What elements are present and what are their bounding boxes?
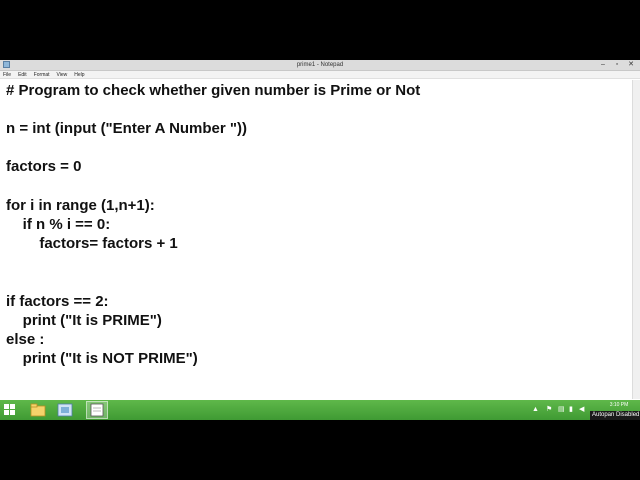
- close-button[interactable]: ✕: [624, 60, 638, 70]
- vertical-scrollbar[interactable]: [632, 80, 640, 399]
- menu-view[interactable]: View: [57, 71, 68, 78]
- notepad-icon[interactable]: [86, 401, 108, 419]
- volume-icon[interactable]: ◀: [579, 406, 584, 414]
- code-line: factors = 0: [6, 158, 82, 175]
- menu-format[interactable]: Format: [34, 71, 50, 78]
- battery-icon[interactable]: ▮: [569, 406, 573, 414]
- code-line: for i in range (1,n+1):: [6, 197, 155, 214]
- network-icon[interactable]: ▤: [558, 406, 565, 414]
- flag-icon[interactable]: ⚑: [546, 406, 552, 414]
- minimize-button[interactable]: –: [596, 60, 610, 70]
- menu-bar: File Edit Format View Help: [0, 71, 640, 79]
- file-explorer-icon[interactable]: [27, 401, 49, 419]
- window-title: prime1 - Notepad: [296, 62, 344, 68]
- code-line: else :: [6, 331, 45, 348]
- start-button[interactable]: [4, 404, 16, 416]
- code-line: # Program to check whether given number …: [6, 82, 421, 99]
- menu-file[interactable]: File: [3, 71, 11, 78]
- autopan-notification: Autopan Disabled: [590, 411, 640, 420]
- code-line: print ("It is NOT PRIME"): [6, 350, 198, 367]
- code-line: n = int (input ("Enter A Number ")): [6, 120, 248, 137]
- menu-edit[interactable]: Edit: [18, 71, 27, 78]
- desktop-screen: prime1 - Notepad – ▫ ✕ File Edit Format …: [0, 60, 640, 420]
- menu-help[interactable]: Help: [74, 71, 84, 78]
- text-editor-area[interactable]: # Program to check whether given number …: [0, 80, 632, 399]
- taskbar: ▲ ⚑ ▤ ▮ ◀ 3:10 PM: [0, 400, 640, 420]
- chevron-up-icon[interactable]: ▲: [532, 406, 539, 414]
- code-line: print ("It is PRIME"): [6, 312, 162, 329]
- code-line: factors= factors + 1: [6, 235, 178, 252]
- title-bar[interactable]: prime1 - Notepad – ▫ ✕: [0, 60, 640, 71]
- python-idle-icon[interactable]: [54, 401, 76, 419]
- clock[interactable]: 3:10 PM: [602, 401, 636, 409]
- code-line: if n % i == 0:: [6, 216, 111, 233]
- maximize-button[interactable]: ▫: [610, 60, 624, 70]
- window-controls: – ▫ ✕: [596, 60, 638, 70]
- code-line: if factors == 2:: [6, 293, 109, 310]
